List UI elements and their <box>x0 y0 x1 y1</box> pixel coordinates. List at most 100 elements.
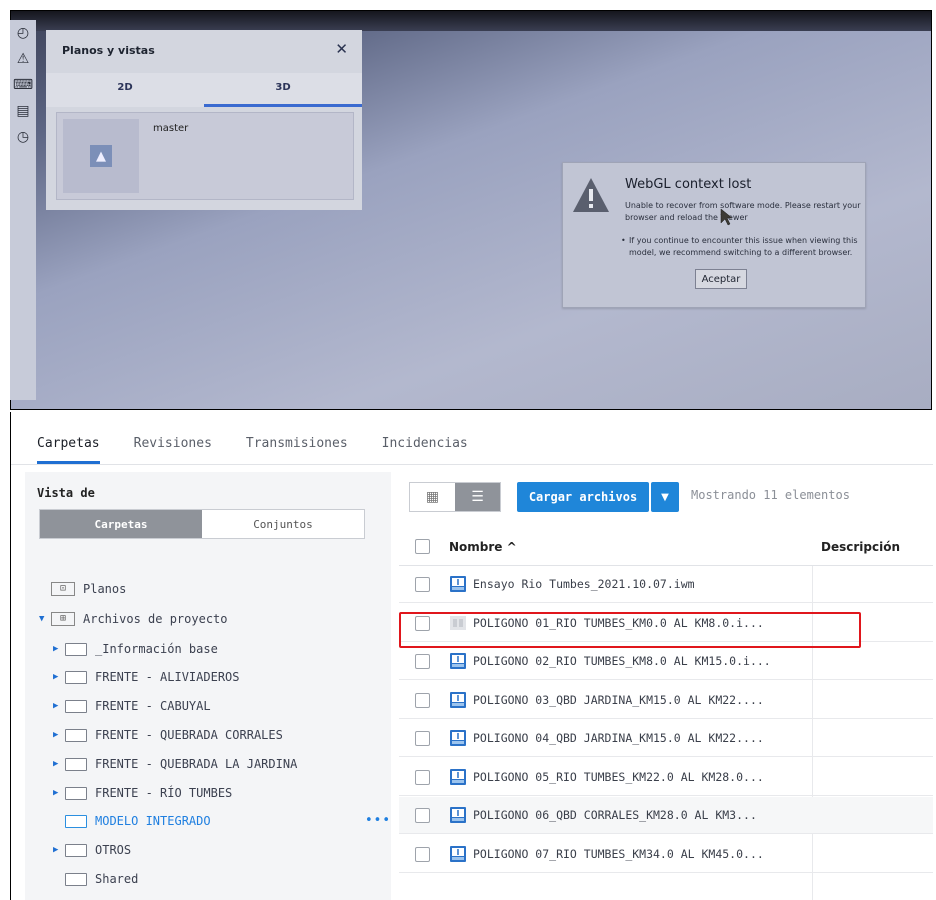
chevron-right-icon[interactable]: ▶ <box>53 644 65 654</box>
folder-icon <box>65 670 87 684</box>
row-checkbox[interactable] <box>415 846 430 862</box>
view-item-label: master <box>153 123 189 134</box>
row-checkbox[interactable] <box>415 769 430 785</box>
table-row[interactable]: I POLIGONO 04_QBD JARDINA_KM15.0 AL KM22.… <box>399 720 933 757</box>
tree-item-label: FRENTE - CABUYAL <box>95 699 211 713</box>
list-view-icon[interactable]: ☰ <box>455 483 500 511</box>
row-checkbox[interactable] <box>415 654 430 669</box>
chevron-right-icon[interactable]: ▶ <box>53 759 65 769</box>
file-name[interactable]: POLIGONO 05_RIO TUMBES_KM22.0 AL KM28.0.… <box>473 770 764 784</box>
tree-item-label: FRENTE - ALIVIADEROS <box>95 670 240 684</box>
row-checkbox[interactable] <box>415 577 430 592</box>
grid-view-icon[interactable]: ▦ <box>410 483 455 511</box>
folder-icon <box>65 872 87 886</box>
tree-item-planos[interactable]: ▸ ⊡ Planos <box>39 578 126 600</box>
close-icon[interactable]: ✕ <box>335 40 348 58</box>
chevron-right-icon[interactable]: ▶ <box>53 845 65 855</box>
chevron-down-icon[interactable]: ▼ <box>651 482 679 512</box>
svg-text:I: I <box>457 732 460 741</box>
model-file-icon: I <box>450 768 466 785</box>
table-row[interactable]: I POLIGONO 05_RIO TUMBES_KM22.0 AL KM28.0… <box>399 759 933 796</box>
row-checkbox[interactable] <box>415 808 430 823</box>
model-file-icon: I <box>450 691 466 708</box>
tree-item-shared[interactable]: ▶ Shared <box>53 868 138 890</box>
segment-conjuntos[interactable]: Conjuntos <box>202 510 364 538</box>
file-toolbar: ▦ ☰ Cargar archivos ▼ Mostrando 11 eleme… <box>399 472 933 524</box>
tree-item-quebrada-jardina[interactable]: ▶ FRENTE - QUEBRADA LA JARDINA <box>53 753 297 775</box>
project-files-icon: ⊞ <box>51 612 75 626</box>
tree-item-archivos-proyecto[interactable]: ▼ ⊞ Archivos de proyecto <box>39 608 228 630</box>
gauge-icon[interactable]: ◴ <box>10 20 36 46</box>
row-checkbox[interactable] <box>415 731 430 746</box>
select-all-checkbox[interactable] <box>415 539 430 554</box>
svg-text:I: I <box>457 809 460 818</box>
view-toggle: ▦ ☰ <box>409 482 501 512</box>
chevron-right-icon[interactable]: ▶ <box>53 788 65 798</box>
table-row[interactable]: I POLIGONO 07_RIO TUMBES_KM34.0 AL KM45.0… <box>399 836 933 873</box>
document-icon[interactable]: ▤ <box>10 98 36 124</box>
file-name[interactable]: POLIGONO 07_RIO TUMBES_KM34.0 AL KM45.0.… <box>473 847 764 861</box>
warning-icon[interactable]: ⚠ <box>10 46 36 72</box>
tree-item-label: FRENTE - QUEBRADA CORRALES <box>95 728 283 742</box>
tab-transmisiones[interactable]: Transmisiones <box>246 436 348 464</box>
folder-icon <box>65 843 87 857</box>
tab-2d[interactable]: 2D <box>46 73 204 107</box>
main-tabs: Carpetas Revisiones Transmisiones Incide… <box>37 436 502 464</box>
chevron-right-icon[interactable]: ▶ <box>53 701 65 711</box>
file-name[interactable]: POLIGONO 03_QBD JARDINA_KM15.0 AL KM22..… <box>473 693 764 707</box>
svg-text:I: I <box>457 655 460 664</box>
tree-item-rio-tumbes[interactable]: ▶ FRENTE - RÍO TUMBES <box>53 782 232 804</box>
model-file-icon: I <box>450 730 466 746</box>
tree-item-label: Planos <box>83 582 127 596</box>
tree-item-aliviaderos[interactable]: ▶ FRENTE - ALIVIADEROS <box>53 666 240 688</box>
column-header-name[interactable]: Nombre ^ <box>449 540 517 554</box>
accept-button[interactable]: Aceptar <box>695 269 747 289</box>
upload-files-button[interactable]: Cargar archivos <box>517 482 649 512</box>
tab-3d[interactable]: 3D <box>204 73 362 107</box>
file-name[interactable]: POLIGONO 06_QBD CORRALES_KM28.0 AL KM3..… <box>473 808 757 822</box>
segment-carpetas[interactable]: Carpetas <box>40 510 202 538</box>
file-name[interactable]: POLIGONO 02_RIO TUMBES_KM8.0 AL KM15.0.i… <box>473 654 771 668</box>
row-checkbox[interactable] <box>415 692 430 708</box>
tab-revisiones[interactable]: Revisiones <box>134 436 212 464</box>
table-row[interactable]: I POLIGONO 02_RIO TUMBES_KM8.0 AL KM15.0.… <box>399 643 933 680</box>
tree-item-modelo-integrado[interactable]: ▶ MODELO INTEGRADO <box>53 810 211 832</box>
tree-item-cabuyal[interactable]: ▶ FRENTE - CABUYAL <box>53 695 211 717</box>
folder-icon <box>65 786 87 800</box>
panel-tabs: 2D 3D <box>46 73 362 107</box>
tree-item-label: OTROS <box>95 843 132 857</box>
chevron-right-icon[interactable]: ▶ <box>53 672 65 682</box>
svg-text:I: I <box>457 771 460 780</box>
tree-item-label: Shared <box>95 872 139 886</box>
keyboard-icon[interactable]: ⌨ <box>10 72 36 98</box>
tree-item-label: MODELO INTEGRADO <box>95 814 211 828</box>
folder-icon <box>65 642 87 656</box>
tab-carpetas[interactable]: Carpetas <box>37 436 100 464</box>
chevron-right-icon[interactable]: ▶ <box>53 730 65 740</box>
view-thumbnail: ▲ <box>63 119 139 193</box>
tab-incidencias[interactable]: Incidencias <box>382 436 468 464</box>
tree-item-label: Archivos de proyecto <box>83 612 228 626</box>
tree-item-quebrada-corrales[interactable]: ▶ FRENTE - QUEBRADA CORRALES <box>53 724 283 746</box>
more-options-icon[interactable]: ••• <box>365 813 391 828</box>
image-placeholder-icon: ▲ <box>90 145 112 167</box>
tree-item-label: FRENTE - RÍO TUMBES <box>95 786 233 800</box>
tree-item-otros[interactable]: ▶ OTROS <box>53 839 131 861</box>
chevron-down-icon[interactable]: ▼ <box>39 614 51 624</box>
file-name[interactable]: POLIGONO 04_QBD JARDINA_KM15.0 AL KM22..… <box>473 731 764 745</box>
tree-item-informacion-base[interactable]: ▶ _Información base <box>53 638 218 660</box>
table-row[interactable]: I Ensayo Rio Tumbes_2021.10.07.iwm <box>399 566 933 603</box>
table-row[interactable]: I POLIGONO 06_QBD CORRALES_KM28.0 AL KM3.… <box>399 797 933 834</box>
svg-text:I: I <box>457 848 460 857</box>
view-item-master[interactable]: ▲ master <box>56 112 354 200</box>
column-header-description[interactable]: Descripción <box>821 540 900 554</box>
folder-icon <box>65 728 87 742</box>
table-row[interactable]: I POLIGONO 03_QBD JARDINA_KM15.0 AL KM22.… <box>399 682 933 719</box>
folder-sidebar: Vista de Carpetas Conjuntos ▸ ⊡ Planos ▼… <box>25 472 391 900</box>
file-name[interactable]: Ensayo Rio Tumbes_2021.10.07.iwm <box>473 577 695 591</box>
warning-triangle-icon <box>573 178 609 212</box>
model-file-icon: I <box>450 845 466 862</box>
tabs-divider <box>11 464 933 465</box>
sheet-icon: ⊡ <box>51 582 75 596</box>
clock-icon[interactable]: ◷ <box>10 124 36 150</box>
